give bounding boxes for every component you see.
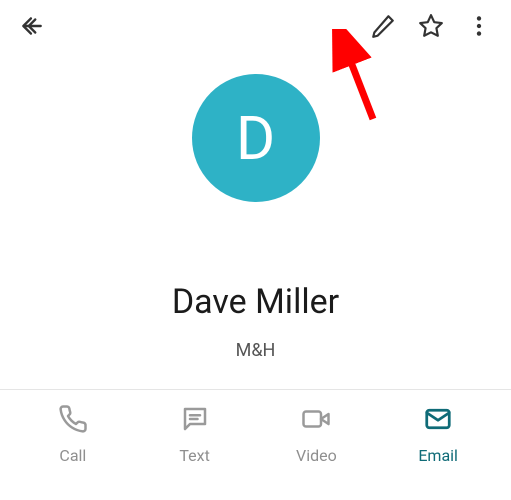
email-action[interactable]: Email: [377, 404, 499, 465]
video-icon: [301, 404, 331, 438]
avatar-initial: D: [236, 103, 275, 174]
phone-icon: [58, 404, 88, 438]
pencil-icon: [370, 13, 396, 43]
avatar-section: D: [0, 74, 511, 202]
call-action[interactable]: Call: [12, 404, 134, 465]
star-icon: [418, 13, 444, 43]
top-toolbar: [0, 0, 511, 56]
action-label: Text: [179, 446, 209, 465]
favorite-button[interactable]: [407, 4, 455, 52]
mail-icon: [423, 404, 453, 438]
back-icon: [19, 13, 45, 43]
contact-company: M&H: [0, 340, 511, 361]
action-label: Call: [59, 446, 86, 465]
action-bar: Call Text Video Email: [0, 390, 511, 483]
text-action[interactable]: Text: [134, 404, 256, 465]
video-action[interactable]: Video: [256, 404, 378, 465]
action-label: Video: [296, 446, 337, 465]
overflow-menu-button[interactable]: [455, 4, 503, 52]
edit-button[interactable]: [359, 4, 407, 52]
avatar[interactable]: D: [192, 74, 320, 202]
contact-name: Dave Miller: [0, 282, 511, 322]
more-icon: [466, 13, 492, 43]
message-icon: [180, 404, 210, 438]
back-button[interactable]: [8, 4, 56, 52]
action-label: Email: [418, 446, 458, 465]
